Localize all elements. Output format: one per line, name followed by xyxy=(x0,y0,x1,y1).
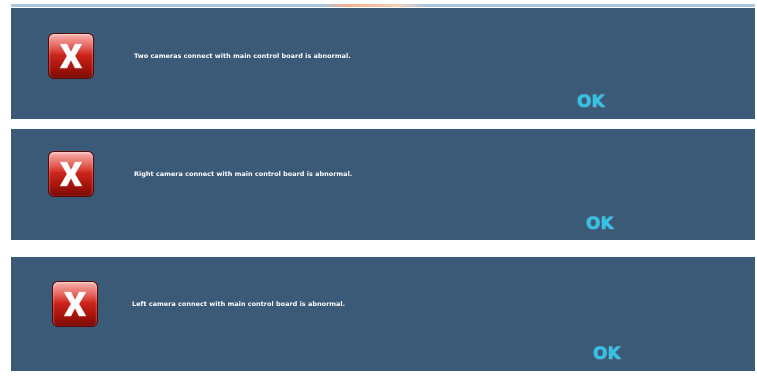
screenshot-stage: Two cameras connect with main control bo… xyxy=(0,0,757,377)
error-message: Right camera connect with main control b… xyxy=(134,170,353,178)
ok-button[interactable]: OK xyxy=(593,344,621,364)
error-x-icon xyxy=(53,282,97,326)
error-message: Two cameras connect with main control bo… xyxy=(134,52,351,60)
top-border-line xyxy=(11,4,755,7)
error-message: Left camera connect with main control bo… xyxy=(132,300,346,308)
error-dialog-two-cameras: Two cameras connect with main control bo… xyxy=(11,8,755,119)
error-dialog-left-camera: Left camera connect with main control bo… xyxy=(11,257,755,371)
error-dialog-right-camera: Right camera connect with main control b… xyxy=(11,129,755,240)
ok-button[interactable]: OK xyxy=(586,214,614,234)
error-x-icon xyxy=(49,34,93,78)
error-x-icon xyxy=(49,152,93,196)
ok-button[interactable]: OK xyxy=(577,92,605,112)
